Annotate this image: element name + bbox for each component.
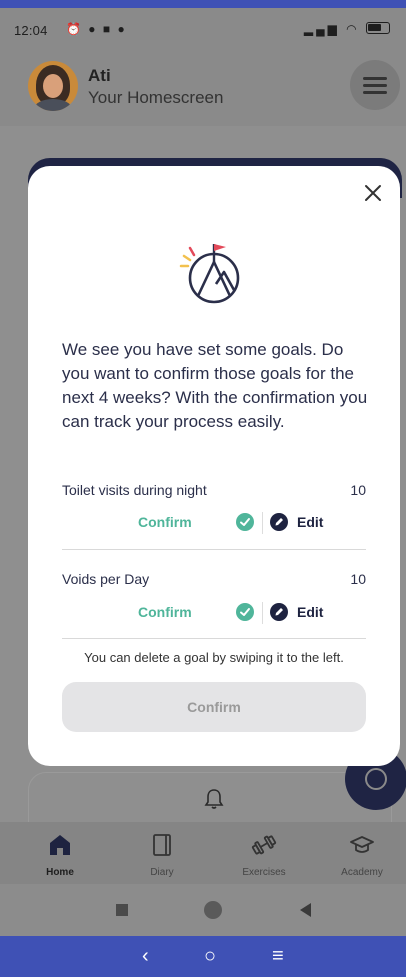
recents-icon[interactable] [116,904,128,916]
app-header: Ati Your Homescreen [0,52,406,126]
nav-exercises[interactable]: Exercises [214,822,314,884]
divider [62,638,366,639]
close-icon[interactable] [360,180,386,206]
status-right-icons: ▂▄▆ ◠ [304,22,390,36]
status-bar: 12:04 ⏰ ● ■ ● ▂▄▆ ◠ [0,8,406,52]
goal-name: Toilet visits during night [62,482,207,498]
dumbbell-icon [251,835,277,855]
pencil-circle-icon[interactable] [270,513,288,531]
goal-actions: Confirm Edit [62,600,366,626]
goal-value: 10 [350,571,366,587]
home-button-icon[interactable] [204,901,222,919]
book-icon [153,834,171,856]
timer-icon [365,768,387,790]
check-circle-icon[interactable] [236,603,254,621]
header-subtitle: Your Homescreen [88,88,224,107]
nav-label: Academy [341,867,383,878]
battery-icon [366,22,390,34]
graduation-cap-icon [350,836,374,853]
menu-icon [363,77,387,80]
bell-icon [204,789,224,809]
notification-icons: ⏰ ● ■ ● [66,22,127,36]
goal-value: 10 [350,482,366,498]
edit-goal-button[interactable]: Edit [297,604,323,620]
status-time: 12:04 [14,23,48,38]
bottom-navigation: Home Diary Exercises Academy [0,822,406,884]
dialog-message: We see you have set some goals. Do you w… [62,340,368,431]
nav-label: Exercises [242,867,286,878]
confirm-goal-button[interactable]: Confirm [138,604,192,620]
wifi-icon: ◠ [346,22,360,36]
divider [62,549,366,550]
action-divider [262,602,263,624]
goal-row: Toilet visits during night 10 [62,482,366,506]
nav-label: Diary [150,867,174,878]
pencil-circle-icon[interactable] [270,603,288,621]
action-divider [262,512,263,534]
system-navigation [0,884,406,936]
signal-icon: ▂▄▆ [303,22,340,36]
nav-home[interactable]: Home [10,822,110,884]
top-color-strip [0,0,406,8]
nav-academy[interactable]: Academy [312,822,406,884]
menu-lines-icon[interactable]: ≡ [272,945,284,968]
swipe-hint: You can delete a goal by swiping it to t… [84,650,344,665]
confirm-goal-button[interactable]: Confirm [138,514,192,530]
android-navigation-bar: ‹ ○ ≡ [0,936,406,977]
chevron-left-icon[interactable]: ‹ [142,945,149,968]
goals-confirmation-dialog: We see you have set some goals. Do you w… [28,166,400,766]
circle-home-icon[interactable]: ○ [204,945,216,968]
edit-goal-button[interactable]: Edit [297,514,323,530]
check-circle-icon[interactable] [236,513,254,531]
back-icon[interactable] [300,903,311,917]
goal-name: Voids per Day [62,571,150,587]
confirm-all-button[interactable]: Confirm [62,682,366,732]
goal-flag-logo-icon [179,244,240,304]
user-name: Ati [88,66,111,85]
nav-label: Home [46,867,74,878]
goal-actions: Confirm Edit [62,510,366,536]
home-icon [50,835,70,855]
avatar[interactable] [28,61,78,111]
goal-row: Voids per Day 10 [62,571,366,595]
nav-diary[interactable]: Diary [112,822,212,884]
menu-button[interactable] [350,60,400,110]
